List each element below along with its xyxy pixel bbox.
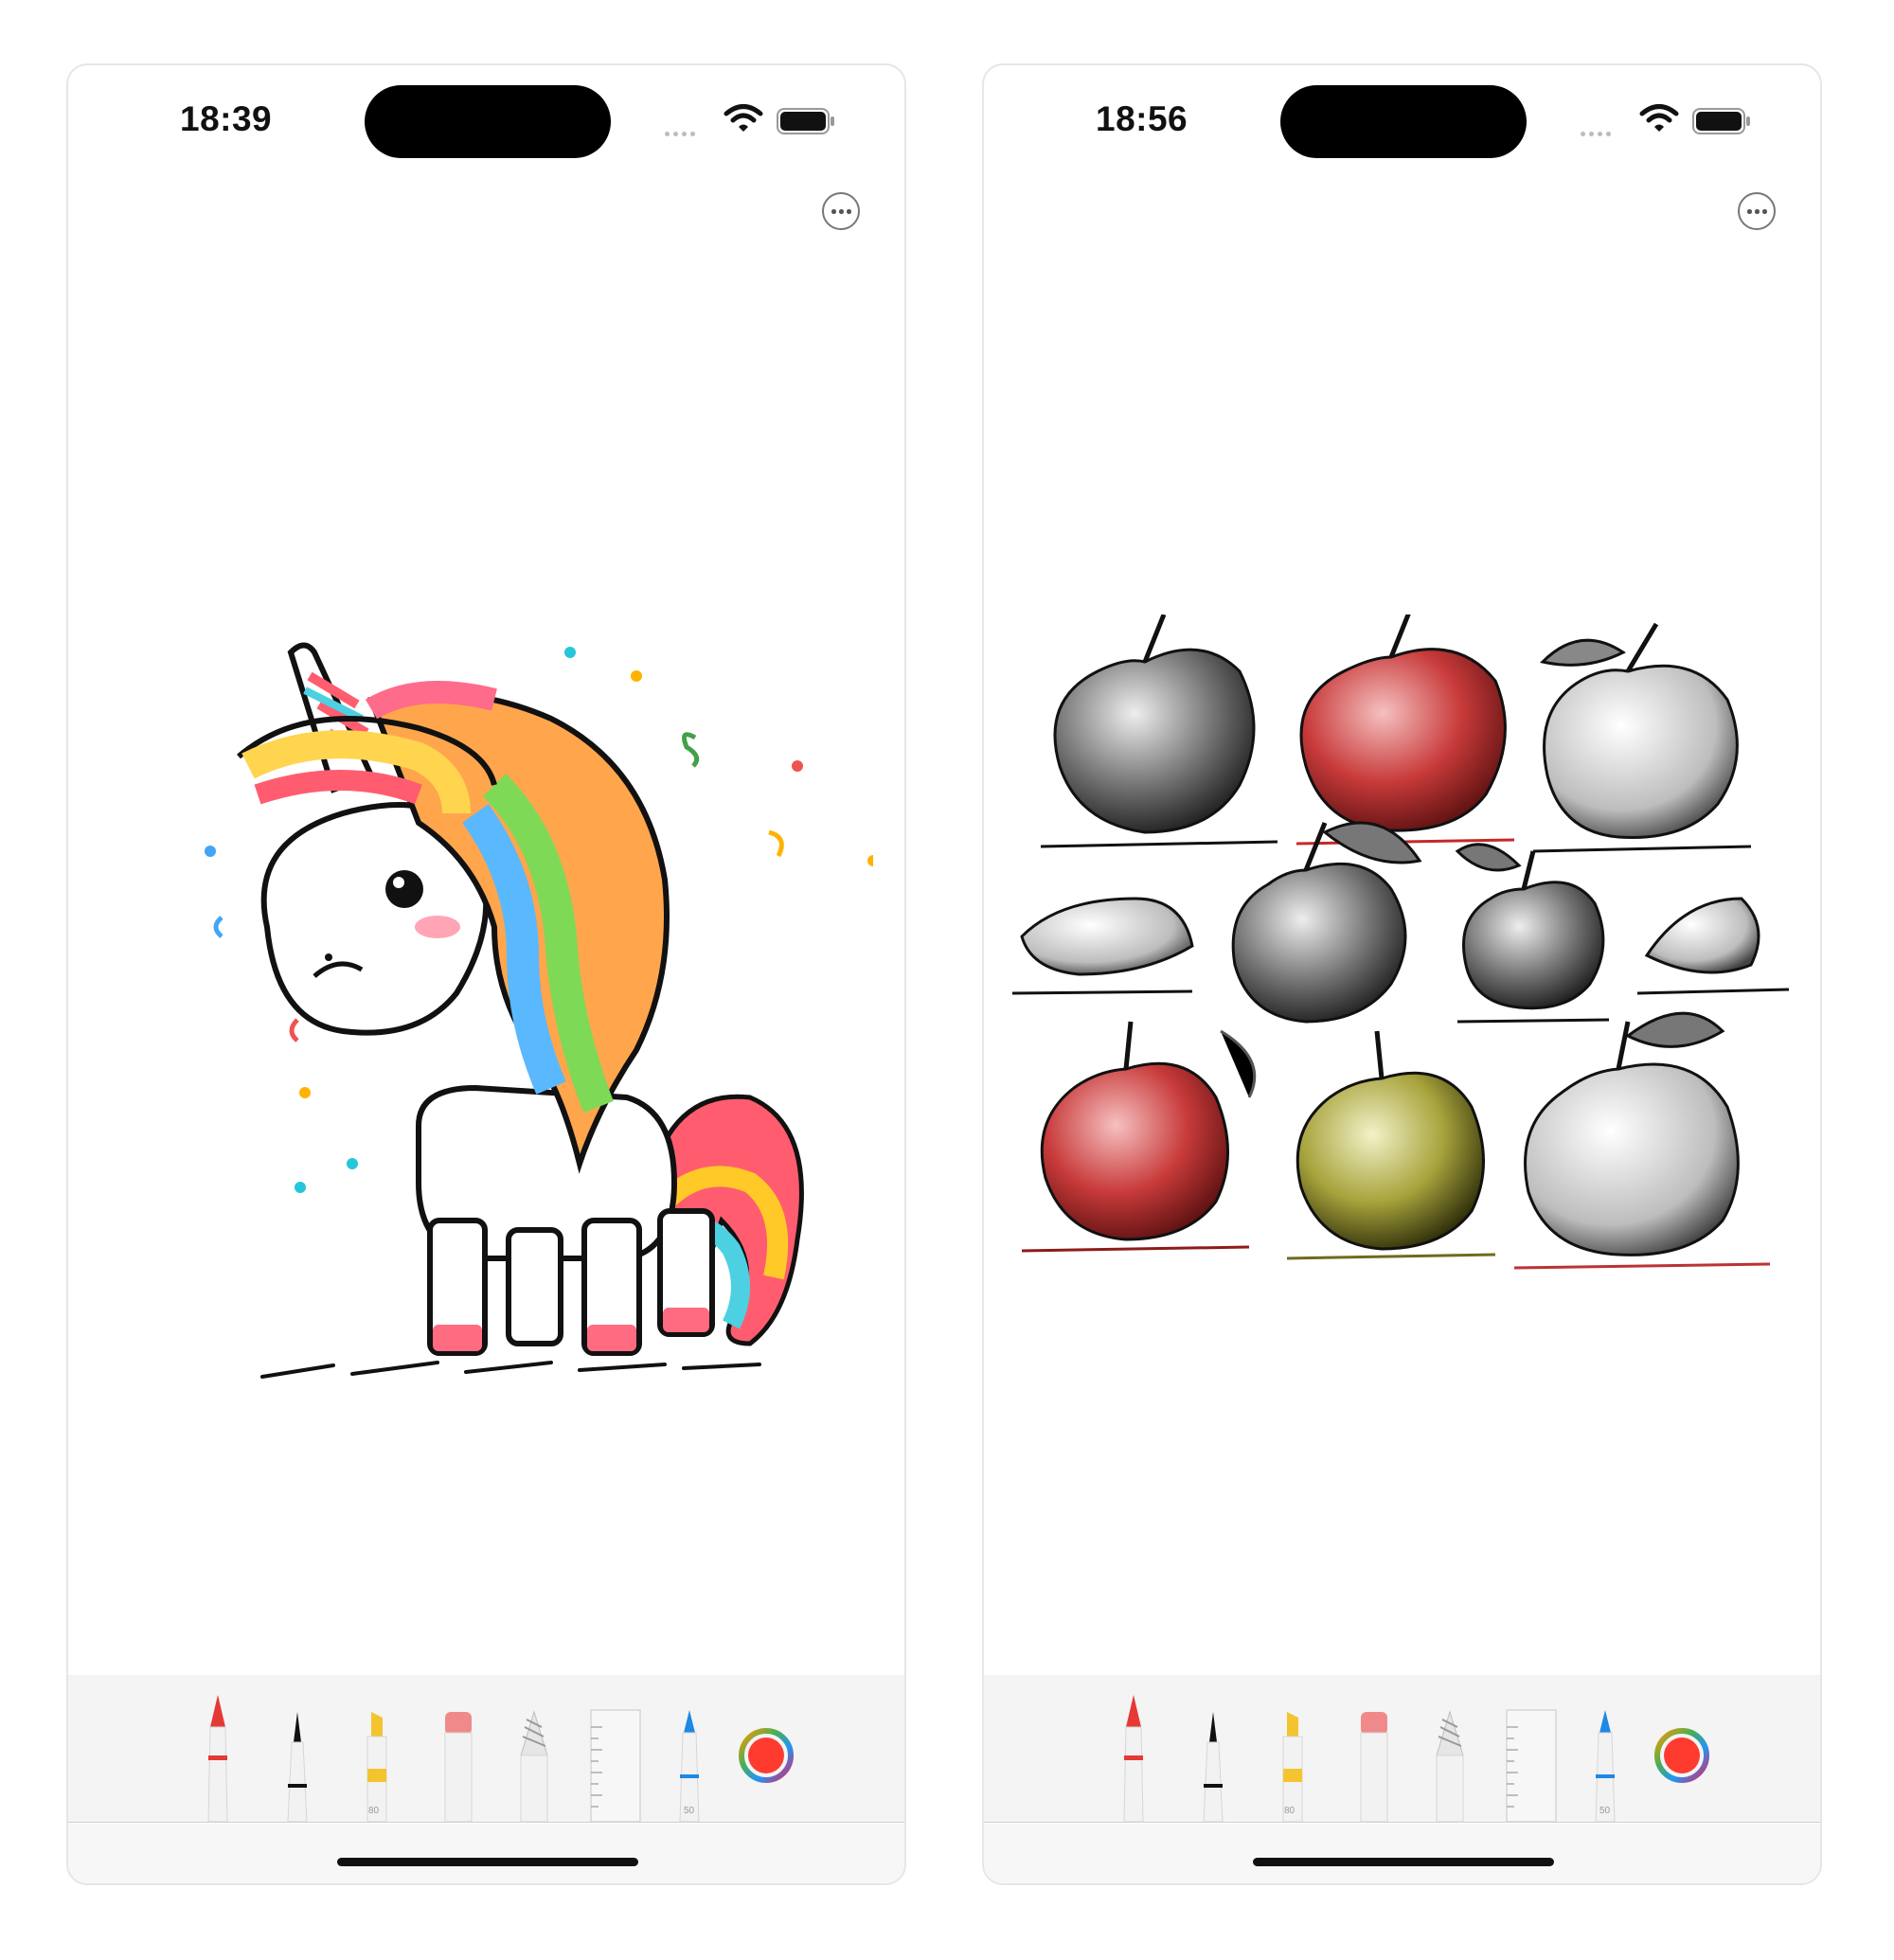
highlighter-icon[interactable]: [1274, 1708, 1312, 1822]
color-picker-icon[interactable]: [1653, 1727, 1710, 1784]
pen-icon[interactable]: [1115, 1689, 1152, 1822]
color-picker-icon[interactable]: [738, 1727, 795, 1784]
pencil-icon[interactable]: [670, 1708, 708, 1822]
ruler-icon[interactable]: [1505, 1708, 1558, 1822]
ruler-icon[interactable]: [589, 1708, 642, 1822]
battery-icon: [777, 108, 834, 134]
pencil-icon[interactable]: [1586, 1708, 1624, 1822]
fineliner-icon[interactable]: [1194, 1708, 1232, 1822]
cellular-signal-icon: [1581, 124, 1615, 141]
more-options-button[interactable]: [1738, 192, 1776, 230]
lasso-icon[interactable]: [1431, 1708, 1469, 1822]
pencil-width-label: 50: [684, 1806, 695, 1816]
home-indicator[interactable]: [1253, 1858, 1554, 1866]
status-time: 18:56: [1096, 99, 1188, 138]
apples-drawing: [1011, 615, 1790, 1270]
drawing-toolbar: 80 50: [68, 1675, 904, 1823]
home-indicator[interactable]: [337, 1858, 638, 1866]
dynamic-island: [1280, 85, 1527, 158]
home-indicator-area: [984, 1824, 1820, 1883]
highlighter-width-label: 80: [368, 1806, 380, 1816]
wifi-icon: [724, 104, 763, 132]
eraser-icon[interactable]: [438, 1708, 475, 1822]
home-indicator-area: [68, 1824, 904, 1883]
highlighter-icon[interactable]: [358, 1708, 396, 1822]
phone-screen-unicorn: 18:39 80 50: [66, 63, 906, 1885]
more-options-button[interactable]: [822, 192, 860, 230]
wifi-icon: [1639, 104, 1679, 132]
drawing-toolbar: 80 50: [984, 1675, 1820, 1823]
phone-screen-apples: 18:56 80 50: [982, 63, 1822, 1885]
unicorn-drawing: [205, 642, 873, 1379]
pen-icon[interactable]: [199, 1689, 237, 1822]
dynamic-island: [365, 85, 611, 158]
cellular-signal-icon: [665, 124, 699, 141]
status-time: 18:39: [180, 99, 273, 138]
highlighter-width-label: 80: [1284, 1806, 1295, 1816]
lasso-icon[interactable]: [515, 1708, 553, 1822]
battery-icon: [1692, 108, 1750, 134]
pencil-width-label: 50: [1599, 1806, 1611, 1816]
eraser-icon[interactable]: [1353, 1708, 1391, 1822]
fineliner-icon[interactable]: [278, 1708, 316, 1822]
